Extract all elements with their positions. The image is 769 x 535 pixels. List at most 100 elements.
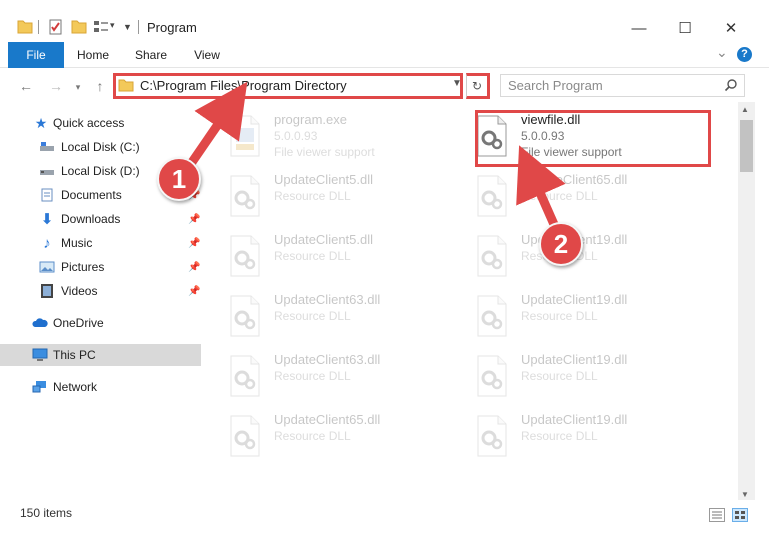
sidebar-item-downloads[interactable]: ⬇ Downloads 📌 <box>0 208 201 230</box>
file-detail: Resource DLL <box>521 369 598 383</box>
ribbon-expand-icon[interactable]: ⌄ <box>716 44 728 61</box>
sidebar-item-videos[interactable]: Videos 📌 <box>0 280 201 302</box>
sidebar-item-music[interactable]: ♪ Music 📌 <box>0 232 201 254</box>
tab-home[interactable]: Home <box>70 42 116 68</box>
list-item[interactable]: UpdateClient19.dll Resource DLL <box>475 350 715 404</box>
pin-icon[interactable]: 📌 <box>188 286 200 297</box>
refresh-button[interactable]: ↻ <box>466 73 490 99</box>
drive-icon <box>40 170 54 175</box>
address-path[interactable]: C:\Program Files\Program Directory <box>140 78 347 93</box>
properties-icon[interactable] <box>48 19 64 35</box>
file-detail: Resource DLL <box>274 249 351 263</box>
file-name: UpdateClient63.dll <box>274 352 381 367</box>
sidebar-item-onedrive[interactable]: OneDrive <box>0 312 201 334</box>
list-item[interactable]: UpdateClient65.dll Resource DLL <box>228 410 468 464</box>
file-detail: Resource DLL <box>274 189 351 203</box>
file-detail: Resource DLL <box>521 189 598 203</box>
list-item[interactable]: UpdateClient63.dll Resource DLL <box>228 290 468 344</box>
window-title: Program <box>147 20 197 35</box>
sidebar-item-quick-access[interactable]: ★ Quick access <box>0 112 201 134</box>
list-item[interactable]: UpdateClient5.dll Resource DLL <box>228 170 468 224</box>
file-name: UpdateClient65.dll <box>274 412 381 427</box>
sidebar-item-local-disk-c[interactable]: Local Disk (C:) <box>0 136 201 158</box>
view-options-icon[interactable] <box>93 20 109 34</box>
item-count: 150 items <box>20 506 73 520</box>
toolbar-separator <box>38 20 39 34</box>
list-item[interactable]: UpdateClient65.dll Resource DLL <box>475 170 715 224</box>
title-separator <box>138 20 139 34</box>
list-item[interactable]: UpdateClient19.dll Resource DLL <box>475 410 715 464</box>
file-detail: Resource DLL <box>521 429 598 443</box>
status-bar <box>0 502 769 535</box>
back-arrow-icon[interactable]: ← <box>16 76 36 96</box>
minimize-button[interactable]: — <box>616 14 662 42</box>
file-name: UpdateClient5.dll <box>274 232 374 247</box>
downloads-icon: ⬇ <box>40 211 54 228</box>
file-name: UpdateClient63.dll <box>274 292 381 307</box>
step-2-badge: 2 <box>539 222 583 266</box>
scroll-up-icon[interactable]: ▲ <box>741 105 749 114</box>
star-icon: ★ <box>34 114 48 131</box>
tab-view[interactable]: View <box>184 42 230 68</box>
viewfile-highlight-box <box>475 110 711 167</box>
documents-icon <box>41 188 53 202</box>
tiles-view-icon[interactable] <box>732 508 748 522</box>
file-name: UpdateClient5.dll <box>274 172 374 187</box>
file-name: UpdateClient19.dll <box>521 292 628 307</box>
dll-file-icon <box>477 235 507 277</box>
dll-file-icon <box>230 235 260 277</box>
dll-file-icon <box>230 415 260 457</box>
list-item[interactable]: program.exe 5.0.0.93 File viewer support <box>228 110 468 164</box>
refresh-icon: ↻ <box>471 79 483 93</box>
file-name: program.exe <box>274 112 347 127</box>
file-detail: Resource DLL <box>521 309 598 323</box>
list-item[interactable]: UpdateClient63.dll Resource DLL <box>228 350 468 404</box>
file-detail: 5.0.0.93 <box>274 129 318 143</box>
details-view-icon[interactable] <box>709 508 725 522</box>
dll-file-icon <box>477 415 507 457</box>
address-dropdown-icon[interactable]: ▼ <box>452 78 462 89</box>
new-folder-icon[interactable] <box>71 19 87 34</box>
pin-icon[interactable]: 📌 <box>188 262 200 273</box>
pictures-icon <box>39 261 55 273</box>
folder-icon <box>17 20 33 34</box>
quick-access-dropdown-icon[interactable]: ▼ <box>123 22 132 32</box>
dll-file-icon <box>230 295 260 337</box>
sidebar-item-network[interactable]: Network <box>0 376 201 398</box>
music-icon: ♪ <box>43 234 51 252</box>
customize-toolbar-chevron-icon[interactable]: ▾ <box>110 20 115 31</box>
list-item[interactable]: UpdateClient19.dllResource DLL <box>475 230 715 284</box>
ribbon-tabs: File Home Share View ⌄ ? <box>0 42 769 68</box>
file-name: UpdateClient19.dll <box>521 352 628 367</box>
search-placeholder: Search Program <box>508 78 603 93</box>
pin-icon[interactable]: 📌 <box>188 214 200 225</box>
search-icon[interactable] <box>724 78 738 92</box>
sidebar-item-this-pc[interactable]: This PC <box>0 344 201 366</box>
file-name: UpdateClient65.dll <box>521 172 628 187</box>
maximize-button[interactable]: ☐ <box>662 14 708 42</box>
file-detail: Resource DLL <box>274 429 351 443</box>
pin-icon[interactable]: 📌 <box>188 238 200 249</box>
tab-file[interactable]: File <box>8 42 64 68</box>
file-detail: Resource DLL <box>274 369 351 383</box>
file-name: UpdateClient19.dll <box>521 412 628 427</box>
list-item[interactable]: UpdateClient5.dll Resource DLL <box>228 230 468 284</box>
scroll-down-icon[interactable]: ▼ <box>741 490 749 499</box>
close-button[interactable]: ✕ <box>708 14 754 42</box>
videos-icon <box>41 284 53 298</box>
forward-arrow-icon[interactable]: → <box>46 76 66 96</box>
scrollbar-thumb[interactable] <box>740 120 753 172</box>
sidebar-item-pictures[interactable]: Pictures 📌 <box>0 256 201 278</box>
help-icon[interactable]: ? <box>737 47 752 62</box>
dll-file-icon <box>230 355 260 397</box>
file-description: File viewer support <box>274 145 375 159</box>
file-detail: Resource DLL <box>274 309 351 323</box>
up-arrow-icon[interactable]: ↑ <box>90 76 110 96</box>
step-1-badge: 1 <box>157 157 201 201</box>
dll-file-icon <box>477 175 507 217</box>
recent-locations-chevron-icon[interactable]: ▾ <box>68 77 88 97</box>
list-item[interactable]: UpdateClient19.dll Resource DLL <box>475 290 715 344</box>
exe-file-icon <box>230 115 260 157</box>
dll-file-icon <box>477 355 507 397</box>
tab-share[interactable]: Share <box>128 42 174 68</box>
